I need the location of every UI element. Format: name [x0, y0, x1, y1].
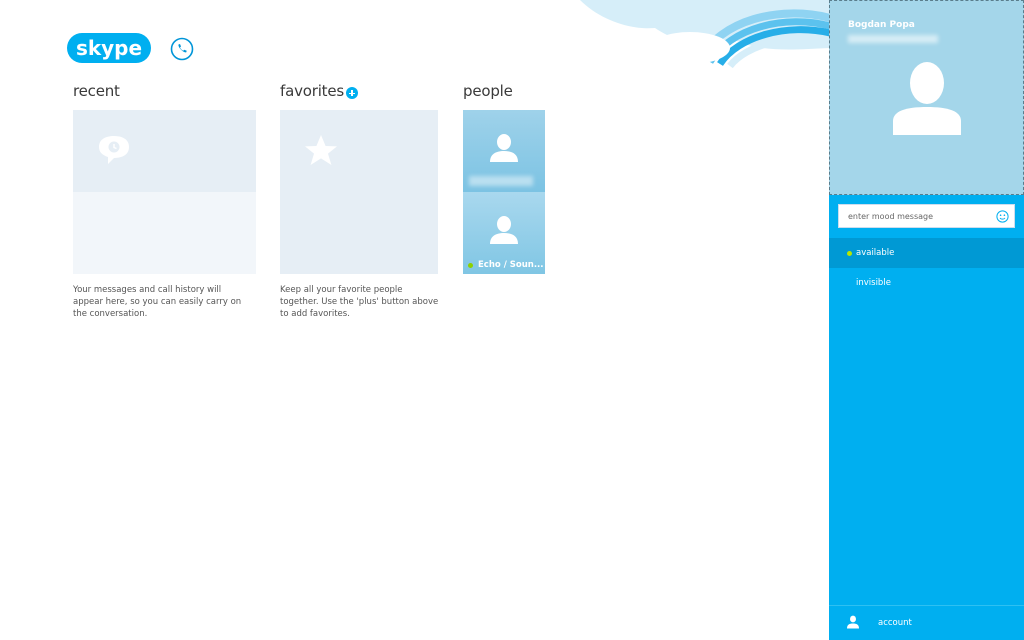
add-favorite-button[interactable] — [346, 87, 358, 99]
profile-picture[interactable]: Bogdan Popa — [829, 0, 1024, 195]
user-icon — [847, 615, 859, 629]
call-phone-button[interactable] — [170, 37, 194, 61]
phone-icon — [178, 44, 187, 53]
emoticon-icon[interactable] — [996, 210, 1009, 223]
contact-tile[interactable]: Echo / Soun... — [463, 192, 545, 274]
person-icon — [490, 216, 518, 244]
contact-name-redacted — [469, 176, 533, 186]
favorites-tile[interactable] — [280, 110, 438, 274]
account-label: account — [878, 618, 912, 628]
contact-tile[interactable] — [463, 110, 545, 192]
user-name: Bogdan Popa — [848, 20, 915, 30]
mood-placeholder: enter mood message — [848, 212, 934, 221]
skype-logo: skype — [67, 33, 151, 63]
user-id-redacted — [848, 35, 938, 43]
contact-name: Echo / Soun... — [478, 260, 544, 270]
profile-panel: Bogdan Popa enter mood message available… — [829, 0, 1024, 640]
cloud-rainbow-decoration — [580, 0, 830, 69]
person-icon — [490, 134, 518, 162]
status-invisible[interactable]: invisible — [829, 268, 1024, 298]
recent-title: recent — [73, 82, 120, 100]
status-label: invisible — [856, 278, 891, 288]
status-label: available — [856, 248, 895, 258]
status-available[interactable]: available — [829, 238, 1024, 268]
people-title: people — [463, 82, 513, 100]
logo-text: skype — [76, 36, 142, 60]
avatar-icon — [893, 62, 961, 135]
recent-tile[interactable] — [73, 110, 256, 274]
mood-message-input[interactable]: enter mood message — [838, 204, 1015, 228]
online-status-dot — [468, 263, 473, 268]
recent-hint: Your messages and call history will appe… — [73, 285, 242, 319]
favorites-title: favorites — [280, 82, 344, 100]
account-button[interactable]: account — [829, 605, 1024, 640]
chat-history-icon — [99, 136, 129, 164]
star-icon — [305, 135, 337, 165]
available-dot — [847, 251, 852, 256]
favorites-hint: Keep all your favorite people together. … — [280, 285, 439, 319]
